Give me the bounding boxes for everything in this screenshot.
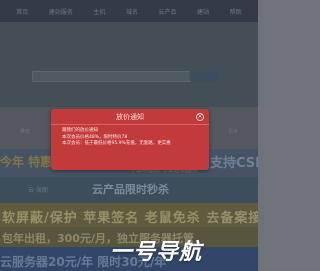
modal-text-line: 本次会员：低于最低价格95.9%充值，无套路，更实惠 (62, 141, 171, 146)
watermark-text: 一号导航 (109, 240, 202, 265)
close-icon[interactable]: × (196, 113, 204, 121)
watermark-logo: 一号导航 (108, 236, 204, 265)
modal-header: 放价通知 (51, 109, 209, 125)
modal-body: 跟我们的放价通知 本次会员价格48%，限时特价78 本次会员：低于最低价格95.… (62, 128, 202, 148)
modal-title: 放价通知 (116, 112, 144, 121)
notice-modal: 放价通知 × 跟我们的放价通知 本次会员价格48%，限时特价78 本次会员：低于… (51, 109, 209, 170)
